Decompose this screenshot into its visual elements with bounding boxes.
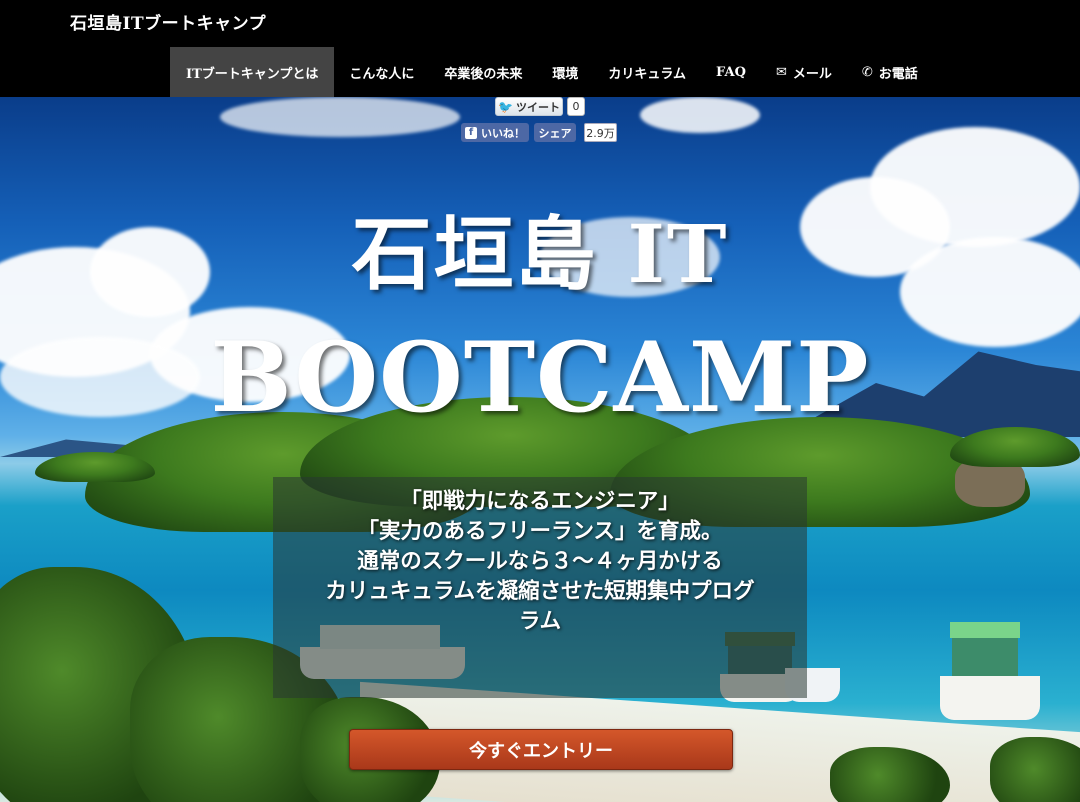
- nav-item-environment[interactable]: 環境: [537, 47, 593, 97]
- nav-item-phone[interactable]: ✆ お電話: [847, 47, 933, 97]
- main-nav: ITブートキャンプとは こんな人に 卒業後の未来 環境 カリキュラム FAQ ✉…: [170, 47, 933, 97]
- nav-label: こんな人に: [349, 66, 415, 82]
- hero-title-line2: BOOTCAMP: [210, 321, 870, 434]
- twitter-bird-icon: 🐦: [498, 99, 513, 114]
- nav-item-curriculum[interactable]: カリキュラム: [593, 47, 701, 97]
- nav-label: FAQ: [716, 64, 746, 80]
- nav-label: 卒業後の未来: [444, 66, 523, 82]
- facebook-share-button[interactable]: シェア: [534, 123, 576, 142]
- nav-label: 環境: [552, 66, 579, 82]
- nav-item-faq[interactable]: FAQ: [701, 47, 761, 97]
- share-count: 2.9万: [584, 123, 617, 142]
- tweet-count: 0: [567, 97, 585, 116]
- nav-label: カリキュラム: [608, 66, 687, 82]
- tagline-line: 「実力のあるフリーランス」を育成。: [357, 519, 723, 544]
- nav-item-about[interactable]: ITブートキャンプとは: [170, 47, 335, 97]
- entry-now-button[interactable]: 今すぐエントリー: [349, 729, 733, 770]
- tagline-line: 「即戦力になるエンジニア」: [400, 489, 680, 514]
- tagline-line: 通常のスクールなら３〜４ヶ月かける: [357, 549, 723, 574]
- tweet-label: ツイート: [515, 100, 560, 114]
- nav-label: ITブートキャンプとは: [186, 66, 319, 82]
- facebook-icon: f: [465, 126, 477, 139]
- envelope-icon: ✉: [775, 64, 787, 80]
- site-brand[interactable]: 石垣島ITブートキャンプ: [70, 9, 266, 34]
- nav-item-target[interactable]: こんな人に: [334, 47, 429, 97]
- facebook-like-button[interactable]: f いいね！: [461, 123, 529, 142]
- hero-title-line1: 石垣島 IT: [351, 207, 729, 301]
- nav-item-future[interactable]: 卒業後の未来: [429, 47, 537, 97]
- tagline-line: ラム: [518, 609, 562, 634]
- top-navbar: 石垣島ITブートキャンプ ITブートキャンプとは こんな人に 卒業後の未来 環境…: [0, 0, 1080, 97]
- tagline: 「即戦力になるエンジニア」 「実力のあるフリーランス」を育成。 通常のスクールな…: [273, 487, 807, 637]
- tagline-line: カリュキュラムを凝縮させた短期集中プログ: [325, 579, 755, 604]
- nav-label: お電話: [878, 66, 918, 82]
- phone-icon: ✆: [861, 64, 873, 80]
- nav-label: メール: [792, 66, 832, 82]
- nav-item-mail[interactable]: ✉ メール: [761, 47, 847, 97]
- like-label: いいね！: [481, 126, 525, 140]
- tweet-button[interactable]: 🐦 ツイート: [495, 97, 563, 116]
